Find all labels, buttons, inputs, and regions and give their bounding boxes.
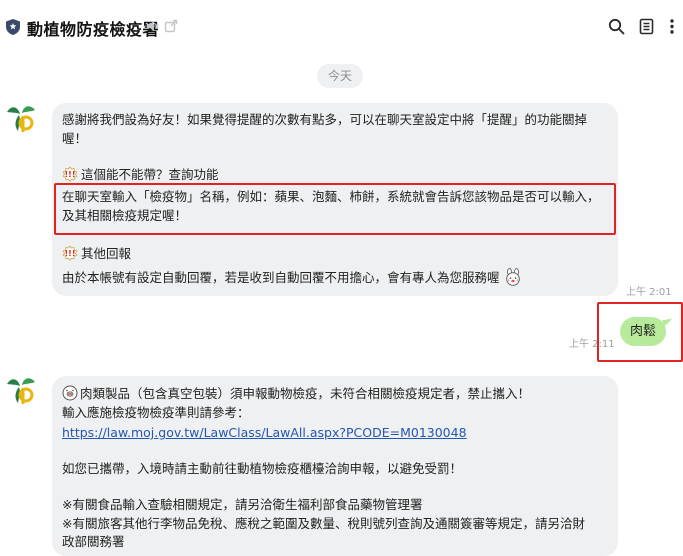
highlight-box bbox=[597, 302, 683, 362]
pig-emoji-icon bbox=[62, 385, 78, 401]
speaker-mute-icon[interactable] bbox=[145, 19, 159, 33]
section1-title-text: 這個能不能帶？查詢功能 bbox=[81, 167, 219, 182]
bot2-line-4: ※有關食品輸入查驗相關規定，請另洽衛生福利部食品藥物管理署 bbox=[62, 497, 423, 512]
avatar[interactable] bbox=[2, 98, 40, 136]
alert-badge-icon: !!! bbox=[62, 245, 78, 261]
section2-title-text: 其他回報 bbox=[81, 246, 132, 261]
message-bubble-bot2: 肉類製品（包含真空包裝）須申報動物檢疫，未符合相關檢疫規定者，禁止攜入！ 輸入應… bbox=[52, 376, 618, 556]
section2-body-text: 由於本帳號有設定自動回覆，若是收到自動回覆不用擔心，會有專人為您服務喔 bbox=[62, 270, 500, 285]
search-icon[interactable] bbox=[608, 18, 625, 35]
message-time: 上午 2:01 bbox=[626, 287, 672, 298]
bot2-line-6: 政部關務署 bbox=[62, 534, 125, 549]
bot2-line-5: ※有關旅客其他行李物品免稅、應稅之範圍及數量、稅則號列查詢及通關簽審等規定，請另… bbox=[62, 516, 585, 531]
law-link[interactable]: https://law.moj.gov.tw/LawClass/LawAll.a… bbox=[62, 423, 467, 442]
bot2-line-3: 如您已攜帶，入境時請主動前往動植物檢疫櫃檯洽詢申報，以避免受罰！ bbox=[62, 461, 463, 476]
bot2-line-1-text: 肉類製品（包含真空包裝）須申報動物檢疫，未符合相關檢疫規定者，禁止攜入！ bbox=[80, 386, 531, 401]
logo-icon bbox=[2, 98, 40, 136]
bunny-emoji-icon bbox=[505, 268, 520, 286]
external-link-icon[interactable] bbox=[164, 19, 178, 33]
section1-title: !!! 這個能不能帶？查詢功能 bbox=[62, 165, 219, 184]
bot2-line-1: 肉類製品（包含真空包裝）須申報動物檢疫，未符合相關檢疫規定者，禁止攜入！ bbox=[62, 384, 530, 403]
section2-title: !!! 其他回報 bbox=[62, 244, 131, 263]
bot2-line-2: 輸入應施檢疫物檢疫準則請參考： bbox=[62, 405, 250, 420]
chat-header: 動植物防疫檢疫署 bbox=[0, 0, 683, 52]
alert-badge-icon: !!! bbox=[62, 166, 78, 182]
notes-icon[interactable] bbox=[639, 18, 654, 35]
more-icon[interactable] bbox=[669, 18, 675, 35]
intro-line-1: 感謝將我們設為好友！如果覺得提醒的次數有點多，可以在聊天室設定中將「提醒」的功能… bbox=[62, 112, 588, 127]
logo-icon bbox=[2, 370, 40, 408]
section2-body: 由於本帳號有設定自動回覆，若是收到自動回覆不用擔心，會有專人為您服務喔 bbox=[62, 268, 522, 287]
chat-title: 動植物防疫檢疫署 bbox=[27, 20, 160, 39]
highlight-box bbox=[54, 183, 616, 235]
intro-line-2: 喔！ bbox=[62, 131, 88, 146]
date-separator: 今天 bbox=[317, 64, 363, 88]
svg-text:!!!: !!! bbox=[65, 170, 76, 179]
shield-icon bbox=[6, 19, 20, 35]
avatar[interactable] bbox=[2, 370, 40, 408]
svg-text:!!!: !!! bbox=[65, 249, 76, 258]
